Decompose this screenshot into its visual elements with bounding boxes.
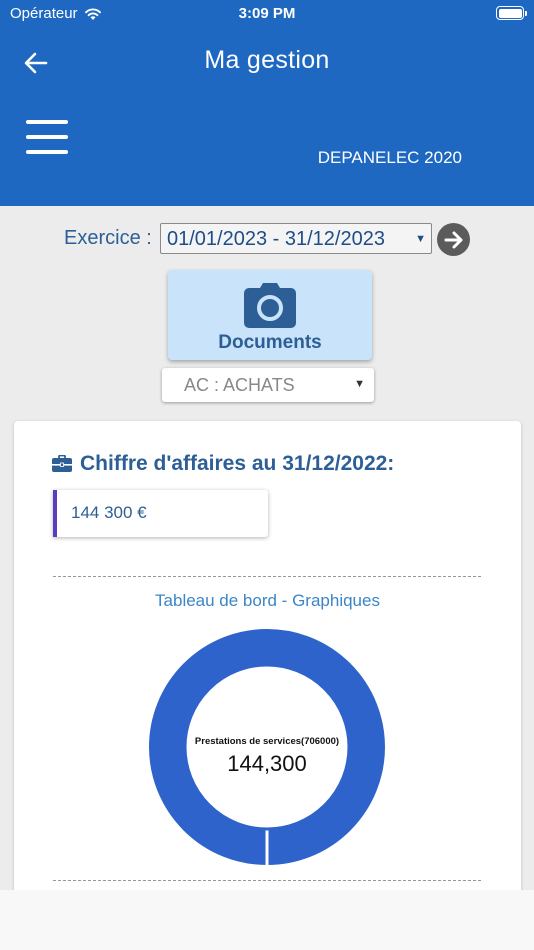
- dashboard-card: Chiffre d'affaires au 31/12/2022: 144 30…: [14, 421, 521, 901]
- dashed-separator: [53, 880, 481, 881]
- dashed-separator: [53, 576, 481, 577]
- battery-icon: [496, 6, 527, 20]
- journal-select[interactable]: AC : ACHATS ▼: [162, 368, 374, 402]
- donut-chart: Prestations de services(706000) 144,300: [149, 629, 385, 865]
- status-bar: Opérateur 3:09 PM: [0, 0, 534, 28]
- page-title: Ma gestion: [204, 46, 330, 74]
- documents-button[interactable]: Documents: [168, 270, 372, 360]
- donut-inner-ring: [183, 663, 351, 831]
- caret-down-icon: ▼: [415, 233, 426, 245]
- documents-label: Documents: [218, 332, 322, 353]
- exercise-selected-value: 01/01/2023 - 31/12/2023: [167, 228, 385, 250]
- exercise-label: Exercice :: [64, 227, 152, 249]
- turnover-value: 144 300 €: [71, 503, 147, 522]
- hamburger-menu-icon[interactable]: [26, 118, 68, 156]
- camera-icon: [244, 283, 296, 328]
- exercise-row: Exercice : 01/01/2023 - 31/12/2023 ▼: [0, 222, 534, 256]
- bottom-bar: [0, 890, 534, 950]
- turnover-title: Chiffre d'affaires au 31/12/2022:: [80, 452, 395, 475]
- donut-center-label: Prestations de services(706000): [195, 736, 339, 747]
- app-header: Opérateur 3:09 PM Ma gestion DEPANELEC 2…: [0, 0, 534, 206]
- caret-down-icon: ▼: [354, 378, 365, 390]
- company-name: DEPANELEC 2020: [317, 148, 462, 167]
- turnover-value-box: 144 300 €: [53, 490, 268, 537]
- status-time: 3:09 PM: [238, 5, 296, 22]
- journal-selected-value: AC : ACHATS: [184, 375, 295, 395]
- exercise-go-button[interactable]: [437, 223, 470, 256]
- briefcase-icon: [52, 455, 72, 472]
- arrow-right-icon: [444, 231, 462, 248]
- turnover-heading: Chiffre d'affaires au 31/12/2022:: [52, 452, 394, 476]
- exercise-select[interactable]: 01/01/2023 - 31/12/2023 ▼: [160, 223, 432, 254]
- donut-center-value: 144,300: [227, 751, 307, 776]
- dashboard-title[interactable]: Tableau de bord - Graphiques: [14, 591, 521, 611]
